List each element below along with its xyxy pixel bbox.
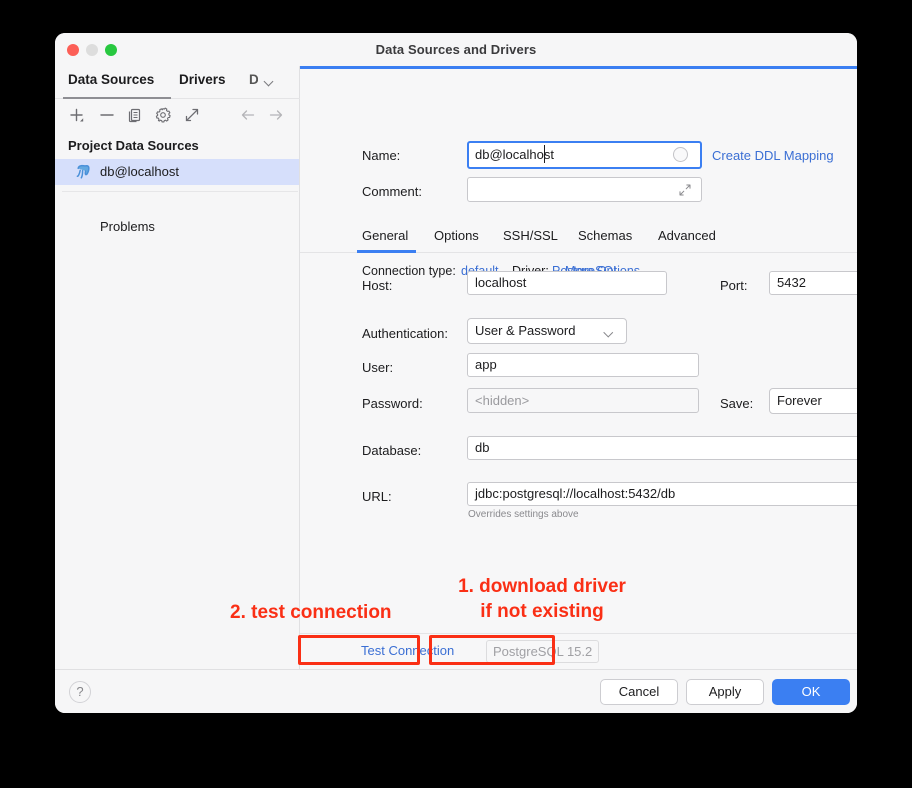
driver-version-badge[interactable]: PostgreSQL 15.2 bbox=[486, 640, 600, 663]
user-input[interactable]: app bbox=[467, 353, 699, 377]
test-connection-button[interactable]: Test Connection bbox=[356, 640, 459, 661]
connection-type-label: Connection type: bbox=[362, 264, 456, 278]
expand-icon[interactable] bbox=[679, 183, 691, 196]
tab-advanced[interactable]: Advanced bbox=[658, 228, 716, 243]
color-indicator-icon[interactable] bbox=[673, 147, 688, 162]
tab-drivers[interactable]: Drivers bbox=[179, 72, 226, 87]
host-label: Host: bbox=[362, 278, 393, 293]
window-title: Data Sources and Drivers bbox=[375, 42, 537, 57]
cancel-button[interactable]: Cancel bbox=[600, 679, 678, 705]
tab-general[interactable]: General bbox=[362, 228, 408, 243]
tab-overflow-clipped[interactable]: D bbox=[249, 72, 258, 87]
postgresql-elephant-icon bbox=[75, 164, 91, 180]
sidebar-toolbar bbox=[55, 99, 300, 131]
tab-ssh-ssl[interactable]: SSH/SSL bbox=[503, 228, 558, 243]
url-input[interactable]: jdbc:postgresql://localhost:5432/db bbox=[467, 482, 857, 506]
save-select[interactable]: Forever bbox=[769, 388, 857, 414]
database-input[interactable]: db bbox=[467, 436, 857, 460]
tab-schemas[interactable]: Schemas bbox=[578, 228, 632, 243]
password-input[interactable]: <hidden> bbox=[467, 388, 699, 413]
arrow-left-icon[interactable] bbox=[238, 105, 258, 125]
chevron-down-icon[interactable] bbox=[265, 78, 274, 87]
arrow-right-icon[interactable] bbox=[266, 105, 286, 125]
annotation-line-1: 1. download driver bbox=[458, 576, 626, 597]
ok-button[interactable]: OK bbox=[772, 679, 850, 705]
sidebar: Data Sources Drivers D Project Data Sour… bbox=[55, 66, 300, 669]
list-item[interactable]: db@localhost bbox=[55, 159, 299, 185]
port-label: Port: bbox=[720, 278, 748, 293]
data-source-group-label: Project Data Sources bbox=[68, 138, 199, 153]
chevron-down-icon[interactable] bbox=[605, 329, 614, 338]
gear-icon[interactable] bbox=[153, 105, 173, 125]
tab-data-sources[interactable]: Data Sources bbox=[68, 72, 154, 87]
create-ddl-mapping-link[interactable]: Create DDL Mapping bbox=[712, 148, 834, 163]
text-caret bbox=[544, 145, 545, 163]
url-label: URL: bbox=[362, 489, 392, 504]
name-input[interactable]: db@localhost bbox=[467, 141, 702, 169]
authentication-label: Authentication: bbox=[362, 326, 449, 341]
port-input[interactable]: 5432 bbox=[769, 271, 857, 295]
user-label: User: bbox=[362, 360, 394, 375]
annotation-download-driver: 1. download driver if not existing bbox=[444, 574, 640, 624]
comment-input[interactable] bbox=[467, 177, 702, 202]
host-input[interactable]: localhost bbox=[467, 271, 667, 295]
name-label: Name: bbox=[362, 148, 401, 163]
panel-accent-bar bbox=[300, 66, 857, 69]
password-label: Password: bbox=[362, 396, 423, 411]
title-bar: Data Sources and Drivers bbox=[55, 33, 857, 66]
active-tab-underline bbox=[357, 250, 416, 253]
annotation-line-2: if not existing bbox=[480, 601, 604, 622]
help-button[interactable]: ? bbox=[69, 681, 91, 703]
external-link-icon[interactable] bbox=[182, 105, 202, 125]
add-icon[interactable] bbox=[67, 105, 87, 125]
panel-action-bar: Test Connection PostgreSQL 15.2 bbox=[300, 633, 857, 669]
copy-icon[interactable] bbox=[125, 105, 145, 125]
url-hint-text: Overrides settings above bbox=[468, 509, 579, 520]
dialog-footer: ? Cancel Apply OK bbox=[55, 669, 857, 713]
apply-button[interactable]: Apply bbox=[686, 679, 764, 705]
sidebar-tabs: Data Sources Drivers D bbox=[55, 66, 300, 99]
list-item-label: db@localhost bbox=[100, 164, 179, 179]
sidebar-item-problems[interactable]: Problems bbox=[100, 219, 155, 234]
annotation-test-connection: 2. test connection bbox=[230, 602, 392, 623]
divider bbox=[62, 191, 298, 192]
settings-tabs: General Options SSH/SSL Schemas Advanced bbox=[300, 221, 857, 253]
remove-icon[interactable] bbox=[97, 105, 117, 125]
database-label: Database: bbox=[362, 443, 422, 458]
save-label: Save: bbox=[720, 396, 754, 411]
comment-label: Comment: bbox=[362, 184, 422, 199]
tab-options[interactable]: Options bbox=[434, 228, 479, 243]
